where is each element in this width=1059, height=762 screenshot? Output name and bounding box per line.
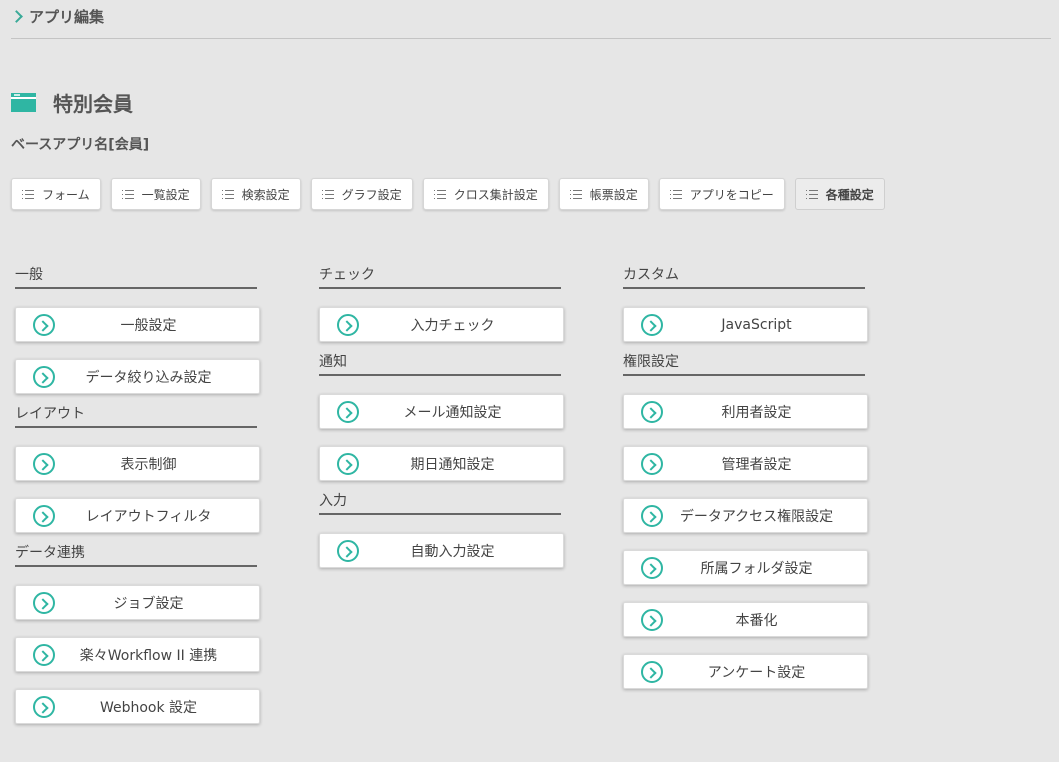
circle-arrow-right-icon <box>641 660 663 683</box>
javascript-button[interactable]: JavaScript <box>623 307 868 342</box>
section-title-check: チェック <box>319 266 561 289</box>
user-settings-button[interactable]: 利用者設定 <box>623 394 868 429</box>
toolbar-form-button[interactable]: フォーム <box>11 178 101 210</box>
circle-arrow-right-icon <box>33 365 55 388</box>
toolbar-copy-app-button[interactable]: アプリをコピー <box>658 178 785 210</box>
circle-arrow-right-icon <box>33 591 55 614</box>
circle-arrow-right-icon <box>33 313 55 336</box>
mail-notification-settings-button[interactable]: メール通知設定 <box>319 394 564 429</box>
circle-arrow-right-icon <box>337 313 359 336</box>
folder-settings-button[interactable]: 所属フォルダ設定 <box>623 550 868 585</box>
list-icon <box>805 189 818 199</box>
section-title-data-integration: データ連携 <box>15 544 257 567</box>
section-title-layout: レイアウト <box>15 405 257 428</box>
webhook-settings-button[interactable]: Webhook 設定 <box>15 689 260 724</box>
circle-arrow-right-icon <box>337 400 359 423</box>
data-filter-settings-button[interactable]: データ絞り込み設定 <box>15 359 260 394</box>
base-app-name: ベースアプリ名[会員] <box>11 137 150 153</box>
section-title-general: 一般 <box>15 266 257 289</box>
production-button[interactable]: 本番化 <box>623 602 868 637</box>
list-icon <box>121 189 134 199</box>
input-check-button[interactable]: 入力チェック <box>319 307 564 342</box>
toolbar-search-settings-button[interactable]: 検索設定 <box>210 178 301 210</box>
list-icon <box>321 189 334 199</box>
toolbar-graph-settings-button[interactable]: グラフ設定 <box>310 178 413 210</box>
settings-column-1: 一般 一般設定 データ絞り込み設定 レイアウト 表示制御 レイアウトフィルタ デ… <box>15 266 260 741</box>
section-title-notification: 通知 <box>319 353 561 376</box>
section-title-input: 入力 <box>319 492 561 515</box>
circle-arrow-right-icon <box>641 504 663 527</box>
circle-arrow-right-icon <box>33 643 55 666</box>
job-settings-button[interactable]: ジョブ設定 <box>15 585 260 620</box>
toolbar-list-settings-button[interactable]: 一覧設定 <box>110 178 201 210</box>
circle-arrow-right-icon <box>641 556 663 579</box>
display-control-button[interactable]: 表示制御 <box>15 446 260 481</box>
circle-arrow-right-icon <box>33 504 55 527</box>
general-settings-button[interactable]: 一般設定 <box>15 307 260 342</box>
settings-column-3: カスタム JavaScript 権限設定 利用者設定 管理者設定 データアクセス… <box>623 266 868 706</box>
due-date-notification-settings-button[interactable]: 期日通知設定 <box>319 446 564 481</box>
header-divider <box>11 38 1051 39</box>
circle-arrow-right-icon <box>641 400 663 423</box>
breadcrumb-label: アプリ編集 <box>29 8 105 26</box>
circle-arrow-right-icon <box>337 539 359 562</box>
settings-column-2: チェック 入力チェック 通知 メール通知設定 期日通知設定 入力 自動入力設定 <box>319 266 564 585</box>
toolbar-form-report-settings-button[interactable]: 帳票設定 <box>558 178 649 210</box>
page-title: 特別会員 <box>53 92 133 116</box>
layout-filter-button[interactable]: レイアウトフィルタ <box>15 498 260 533</box>
toolbar-cross-tab-settings-button[interactable]: クロス集計設定 <box>422 178 549 210</box>
list-icon <box>433 189 446 199</box>
data-access-permission-settings-button[interactable]: データアクセス権限設定 <box>623 498 868 533</box>
admin-settings-button[interactable]: 管理者設定 <box>623 446 868 481</box>
app-header: 特別会員 <box>11 88 133 117</box>
section-title-permissions: 権限設定 <box>623 353 865 376</box>
circle-arrow-right-icon <box>641 608 663 631</box>
circle-arrow-right-icon <box>337 452 359 475</box>
list-icon <box>569 189 582 199</box>
breadcrumb[interactable]: アプリ編集 <box>10 6 105 27</box>
workflow-integration-button[interactable]: 楽々Workflow II 連携 <box>15 637 260 672</box>
toolbar: フォーム 一覧設定 検索設定 グラフ設定 クロス集計設定 帳票設定 アプリをコピ… <box>11 178 885 210</box>
circle-arrow-right-icon <box>641 313 663 336</box>
list-icon <box>669 189 682 199</box>
auto-input-settings-button[interactable]: 自動入力設定 <box>319 533 564 568</box>
circle-arrow-right-icon <box>33 452 55 475</box>
app-window-icon <box>11 93 36 112</box>
list-icon <box>221 189 234 199</box>
chevron-right-icon <box>10 10 23 23</box>
survey-settings-button[interactable]: アンケート設定 <box>623 654 868 689</box>
toolbar-various-settings-button[interactable]: 各種設定 <box>794 178 885 210</box>
section-title-custom: カスタム <box>623 266 865 289</box>
list-icon <box>22 189 34 199</box>
circle-arrow-right-icon <box>33 695 55 718</box>
circle-arrow-right-icon <box>641 452 663 475</box>
